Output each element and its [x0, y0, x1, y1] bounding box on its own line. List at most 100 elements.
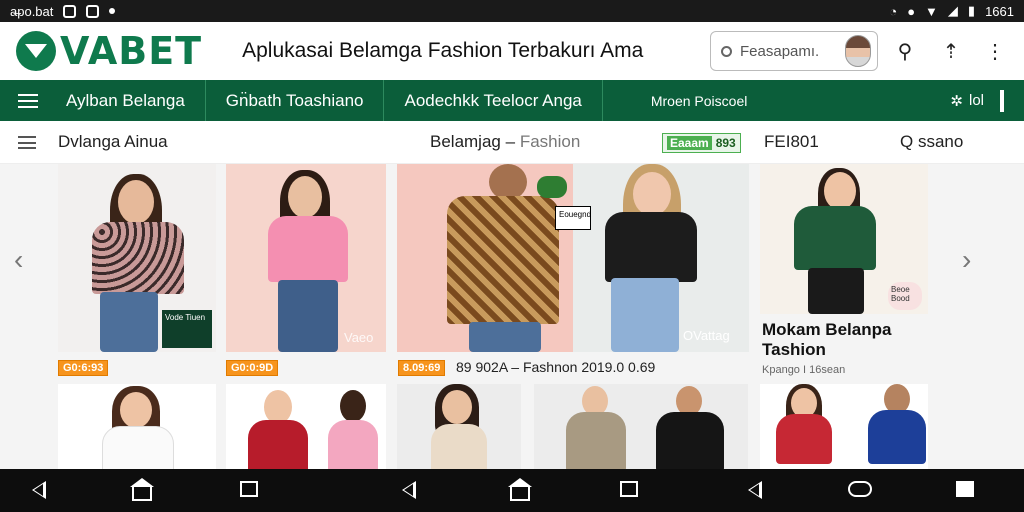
- product-card-2[interactable]: Vaeo: [226, 164, 386, 352]
- model-face: [442, 390, 472, 424]
- message-icon: [63, 4, 77, 18]
- card-title[interactable]: Mokam Belanpa Tashion: [762, 320, 922, 360]
- product-card-8[interactable]: [534, 384, 748, 469]
- recents-icon[interactable]: [620, 481, 640, 501]
- model-pink-blouse: [328, 420, 378, 469]
- model-face: [264, 390, 292, 424]
- logo[interactable]: VABET: [16, 29, 202, 73]
- back-icon[interactable]: [748, 481, 768, 501]
- product-card-5[interactable]: [58, 384, 216, 469]
- breadcrumb-bar: Dvlanga Ainua Belamjag – Fashion Eaaam 8…: [0, 121, 1024, 164]
- status-bar: a̶po.bat ◔ ● ▼ ◢ ▮ 1661: [0, 0, 1024, 22]
- home-icon[interactable]: [508, 478, 532, 501]
- watermark: Vaeo: [344, 330, 374, 345]
- model-jeans: [469, 322, 541, 352]
- model-black-shirt: [656, 412, 724, 469]
- speech-bubble: Beoe Bood: [888, 282, 922, 310]
- nav-right-label: lol: [968, 92, 984, 109]
- share-icon[interactable]: ⇡: [940, 40, 962, 63]
- model-khaki-shirt: [566, 412, 626, 469]
- wifi-icon: ▼: [925, 3, 938, 19]
- sort-label[interactable]: Q ssano: [900, 132, 963, 152]
- model-pants: [808, 268, 864, 314]
- breadcrumb-main[interactable]: Belamjag: [430, 132, 501, 151]
- category-label[interactable]: Dvlanga Ainua: [58, 132, 168, 152]
- nav-divider: [1000, 89, 1004, 112]
- nav-item-2[interactable]: Gn̈bath Toashiano: [206, 80, 385, 121]
- logo-mark-icon: [16, 31, 56, 71]
- alarm-icon: ◔: [889, 3, 898, 19]
- model-white-blouse: [102, 426, 174, 469]
- model-blouse: [92, 222, 184, 294]
- nav-right[interactable]: ✲ lol: [950, 89, 1024, 112]
- more-vert-icon[interactable]: ⋮: [984, 40, 1006, 63]
- price-tag-2: G0:0:9D: [226, 360, 279, 376]
- nav-item-1[interactable]: Aylban Belanga: [56, 80, 206, 121]
- breadcrumb-sep: –: [505, 132, 516, 151]
- back-icon[interactable]: [402, 481, 422, 501]
- product-card-7[interactable]: [397, 384, 521, 469]
- model-black-top: [605, 212, 697, 282]
- model-face: [118, 180, 154, 224]
- avatar[interactable]: [845, 35, 871, 67]
- list-menu-icon[interactable]: [18, 135, 36, 149]
- recents-icon[interactable]: [240, 481, 260, 501]
- image-icon: [86, 4, 100, 18]
- chat-bubble-icon: [537, 176, 567, 198]
- chevron-right-icon[interactable]: ›: [962, 244, 971, 276]
- rotate-icon[interactable]: [848, 481, 874, 501]
- signal-icon: ◢: [947, 3, 958, 18]
- logo-text: VABET: [60, 29, 203, 73]
- model-red-blouse: [248, 420, 308, 469]
- card-subtitle: Kpango I 16sean: [762, 364, 846, 376]
- product-card-9[interactable]: [760, 384, 928, 469]
- model-green-cardigan: [794, 206, 876, 270]
- nav-item-3[interactable]: Aodechkk Teelocr Anga: [384, 80, 603, 121]
- search-icon: [721, 45, 732, 57]
- sparkle-icon: ✲: [950, 92, 963, 110]
- model-face: [120, 392, 152, 428]
- notification-dot-icon: [109, 8, 116, 14]
- app-name: a̶po.bat: [10, 3, 54, 19]
- back-icon[interactable]: [32, 481, 52, 501]
- model-face: [489, 164, 527, 200]
- product-grid: ‹ › Vode Tiuen G0:6:93 Vaeo G0:0:9D Eoue…: [0, 164, 1024, 469]
- search-icon[interactable]: ⚲: [894, 40, 916, 63]
- product-overlay-tag: Vode Tiuen: [162, 310, 212, 348]
- model-beige-top: [431, 424, 487, 469]
- model-batik-shirt: [447, 196, 559, 324]
- apps-icon[interactable]: [956, 481, 976, 501]
- page-tagline: Aplukasai Belamga Fashion Terbakurı Ama: [242, 39, 644, 62]
- model-face: [824, 172, 856, 210]
- model-tshirt: [268, 216, 348, 282]
- product-caption: 89 902A – Fashnon 2019.0 0.69: [456, 359, 656, 375]
- breadcrumb: Belamjag – Fashion: [430, 132, 580, 152]
- model-jeans: [611, 278, 679, 352]
- price-tag-1: G0:6:93: [58, 360, 109, 376]
- product-card-6[interactable]: [226, 384, 386, 469]
- model-jeans: [100, 292, 158, 352]
- badge-part-b: 893: [715, 136, 736, 150]
- model-face: [633, 172, 671, 216]
- model-hair-back: [340, 390, 366, 422]
- model-face: [288, 176, 322, 218]
- app-header: VABET Aplukasai Belamga Fashion Terbakur…: [0, 22, 1024, 80]
- main-nav: Aylban Belanga Gn̈bath Toashiano Aodechk…: [0, 80, 1024, 121]
- chevron-left-icon[interactable]: ‹: [14, 244, 23, 276]
- nav-item-4[interactable]: Mroen Poiscoel: [603, 80, 768, 121]
- product-card-3[interactable]: Eouegnd OVattag: [397, 164, 749, 352]
- model-blue-shirt: [868, 410, 926, 464]
- breadcrumb-sub[interactable]: Fashion: [520, 132, 580, 151]
- location-icon: ●: [907, 3, 916, 19]
- model-red-cardigan: [776, 414, 832, 464]
- home-icon[interactable]: [130, 478, 154, 501]
- search-input[interactable]: Feasapamı.: [710, 31, 878, 71]
- product-card-1[interactable]: Vode Tiuen: [58, 164, 216, 352]
- battery-icon: ▮: [967, 3, 976, 18]
- search-placeholder: Feasapamı.: [740, 42, 820, 60]
- promo-badge[interactable]: Eaaam 893: [662, 133, 741, 153]
- badge-part-a: Eaaam: [667, 136, 712, 150]
- filter-label[interactable]: FEI801: [764, 132, 819, 152]
- menu-icon[interactable]: [18, 93, 38, 108]
- product-card-4[interactable]: Beoe Bood: [760, 164, 928, 314]
